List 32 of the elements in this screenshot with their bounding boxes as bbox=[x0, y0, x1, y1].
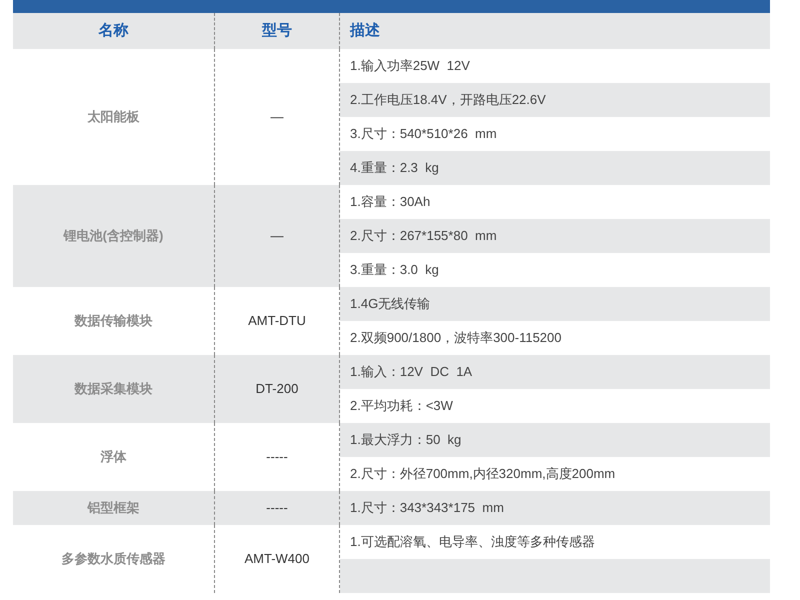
description-line: 1.4G无线传输 bbox=[350, 295, 430, 314]
description-line: 1.容量：30Ah bbox=[350, 193, 430, 212]
description-line: 3.重量：3.0 kg bbox=[350, 261, 439, 280]
product-name: 数据传输模块 bbox=[74, 312, 152, 330]
model-number: AMT-W400 bbox=[244, 550, 310, 568]
product-name: 数据采集模块 bbox=[74, 380, 152, 398]
description-line: 1.最大浮力：50 kg bbox=[350, 431, 462, 450]
description-line: 2.双频900/1800，波特率300-115200 bbox=[350, 329, 562, 348]
description-line: 2.尺寸：外径700mm,内径320mm,高度200mm bbox=[350, 465, 616, 484]
model-number: ----- bbox=[266, 448, 288, 466]
model-number: AMT-DTU bbox=[248, 312, 306, 330]
model-number: ----- bbox=[266, 499, 288, 518]
description-line: 2.平均功耗：<3W bbox=[350, 397, 453, 416]
description-line: 1.输入功率25W 12V bbox=[350, 57, 470, 76]
description-line: 1.输入：12V DC 1A bbox=[350, 363, 472, 382]
description-line: 1.可选配溶氧、电导率、浊度等多种传感器 bbox=[350, 533, 595, 552]
model-number: — bbox=[270, 108, 284, 126]
product-name: 铝型框架 bbox=[88, 499, 140, 518]
description-line: 3.尺寸：540*510*26 mm bbox=[350, 125, 497, 144]
product-name: 太阳能板 bbox=[88, 108, 140, 126]
product-name: 浮体 bbox=[100, 448, 126, 466]
description-line: 1.尺寸：343*343*175 mm bbox=[350, 499, 504, 518]
column-header: 描述 bbox=[350, 20, 380, 41]
model-number: DT-200 bbox=[256, 380, 298, 398]
column-header: 型号 bbox=[262, 20, 292, 41]
product-name: 多参数水质传感器 bbox=[62, 550, 166, 568]
description-line: 4.重量：2.3 kg bbox=[350, 159, 439, 178]
description-line: 2.尺寸：267*155*80 mm bbox=[350, 227, 497, 246]
description-line: 2.工作电压18.4V，开路电压22.6V bbox=[350, 91, 546, 110]
product-name: 锂电池(含控制器) bbox=[64, 227, 164, 246]
column-header: 名称 bbox=[98, 20, 128, 41]
model-number: — bbox=[270, 227, 284, 246]
